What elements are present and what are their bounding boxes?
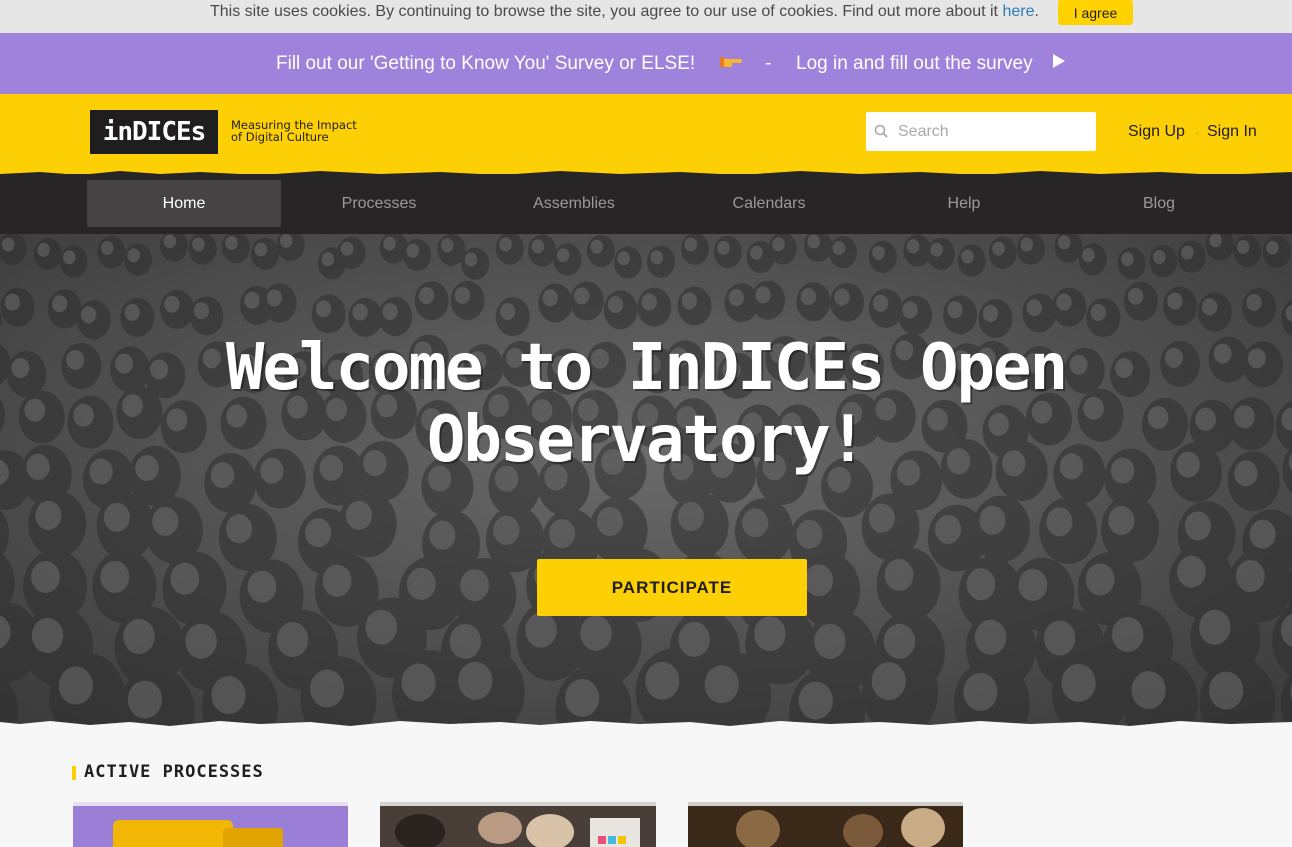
participate-button[interactable]: PARTICIPATE bbox=[537, 559, 807, 616]
active-processes-title: ACTIVE PROCESSES bbox=[84, 762, 264, 782]
hero-torn-edge bbox=[0, 721, 1292, 730]
hero-banner: Welcome to InDICEs Open Observatory! PAR… bbox=[0, 234, 1292, 726]
search-icon bbox=[874, 124, 888, 138]
nav-processes[interactable]: Processes bbox=[282, 180, 476, 227]
process-card-3[interactable] bbox=[688, 802, 963, 847]
cookie-period: . bbox=[1034, 3, 1039, 20]
process-card-1[interactable] bbox=[73, 802, 348, 847]
site-logo[interactable]: inDICEs bbox=[90, 110, 218, 154]
header-divider-dot bbox=[1196, 132, 1199, 135]
cookie-bar: This site uses cookies. By continuing to… bbox=[0, 0, 1292, 33]
nav-assemblies[interactable]: Assemblies bbox=[477, 180, 671, 227]
survey-login-link[interactable]: Log in and fill out the survey bbox=[796, 53, 1033, 75]
pointing-hand-icon bbox=[720, 57, 742, 67]
section-accent-bar bbox=[72, 766, 76, 780]
process-card-3-image bbox=[688, 802, 963, 847]
nav-home[interactable]: Home bbox=[87, 180, 281, 227]
crowd-background-image bbox=[0, 234, 1292, 726]
sign-in-link[interactable]: Sign In bbox=[1207, 123, 1257, 141]
nav-calendars[interactable]: Calendars bbox=[672, 180, 866, 227]
survey-banner: Fill out our 'Getting to Know You' Surve… bbox=[0, 33, 1292, 94]
cookie-text: This site uses cookies. By continuing to… bbox=[210, 3, 998, 20]
process-card-1-image bbox=[73, 802, 348, 847]
main-nav: Home Processes Assemblies Calendars Help… bbox=[0, 174, 1292, 234]
hero-title: Welcome to InDICEs Open Observatory! bbox=[225, 331, 1068, 477]
process-card-2[interactable] bbox=[380, 802, 656, 847]
process-card-2-image bbox=[380, 802, 656, 847]
logo-tagline-line2: of Digital Culture bbox=[231, 130, 329, 144]
survey-separator: - bbox=[765, 53, 772, 74]
sign-up-link[interactable]: Sign Up bbox=[1128, 123, 1185, 141]
site-header: inDICEs Measuring the Impact of Digital … bbox=[0, 94, 1292, 174]
nav-help[interactable]: Help bbox=[867, 180, 1061, 227]
cookie-more-link[interactable]: here bbox=[1002, 3, 1034, 20]
play-triangle-icon[interactable] bbox=[1053, 54, 1065, 68]
survey-callout[interactable]: Fill out our 'Getting to Know You' Surve… bbox=[276, 53, 695, 75]
nav-blog[interactable]: Blog bbox=[1062, 180, 1256, 227]
cookie-message: This site uses cookies. By continuing to… bbox=[210, 3, 1039, 21]
cookie-agree-button[interactable]: I agree bbox=[1058, 0, 1133, 25]
search-input[interactable] bbox=[866, 112, 1096, 151]
logo-tagline: Measuring the Impact of Digital Culture bbox=[231, 119, 357, 143]
